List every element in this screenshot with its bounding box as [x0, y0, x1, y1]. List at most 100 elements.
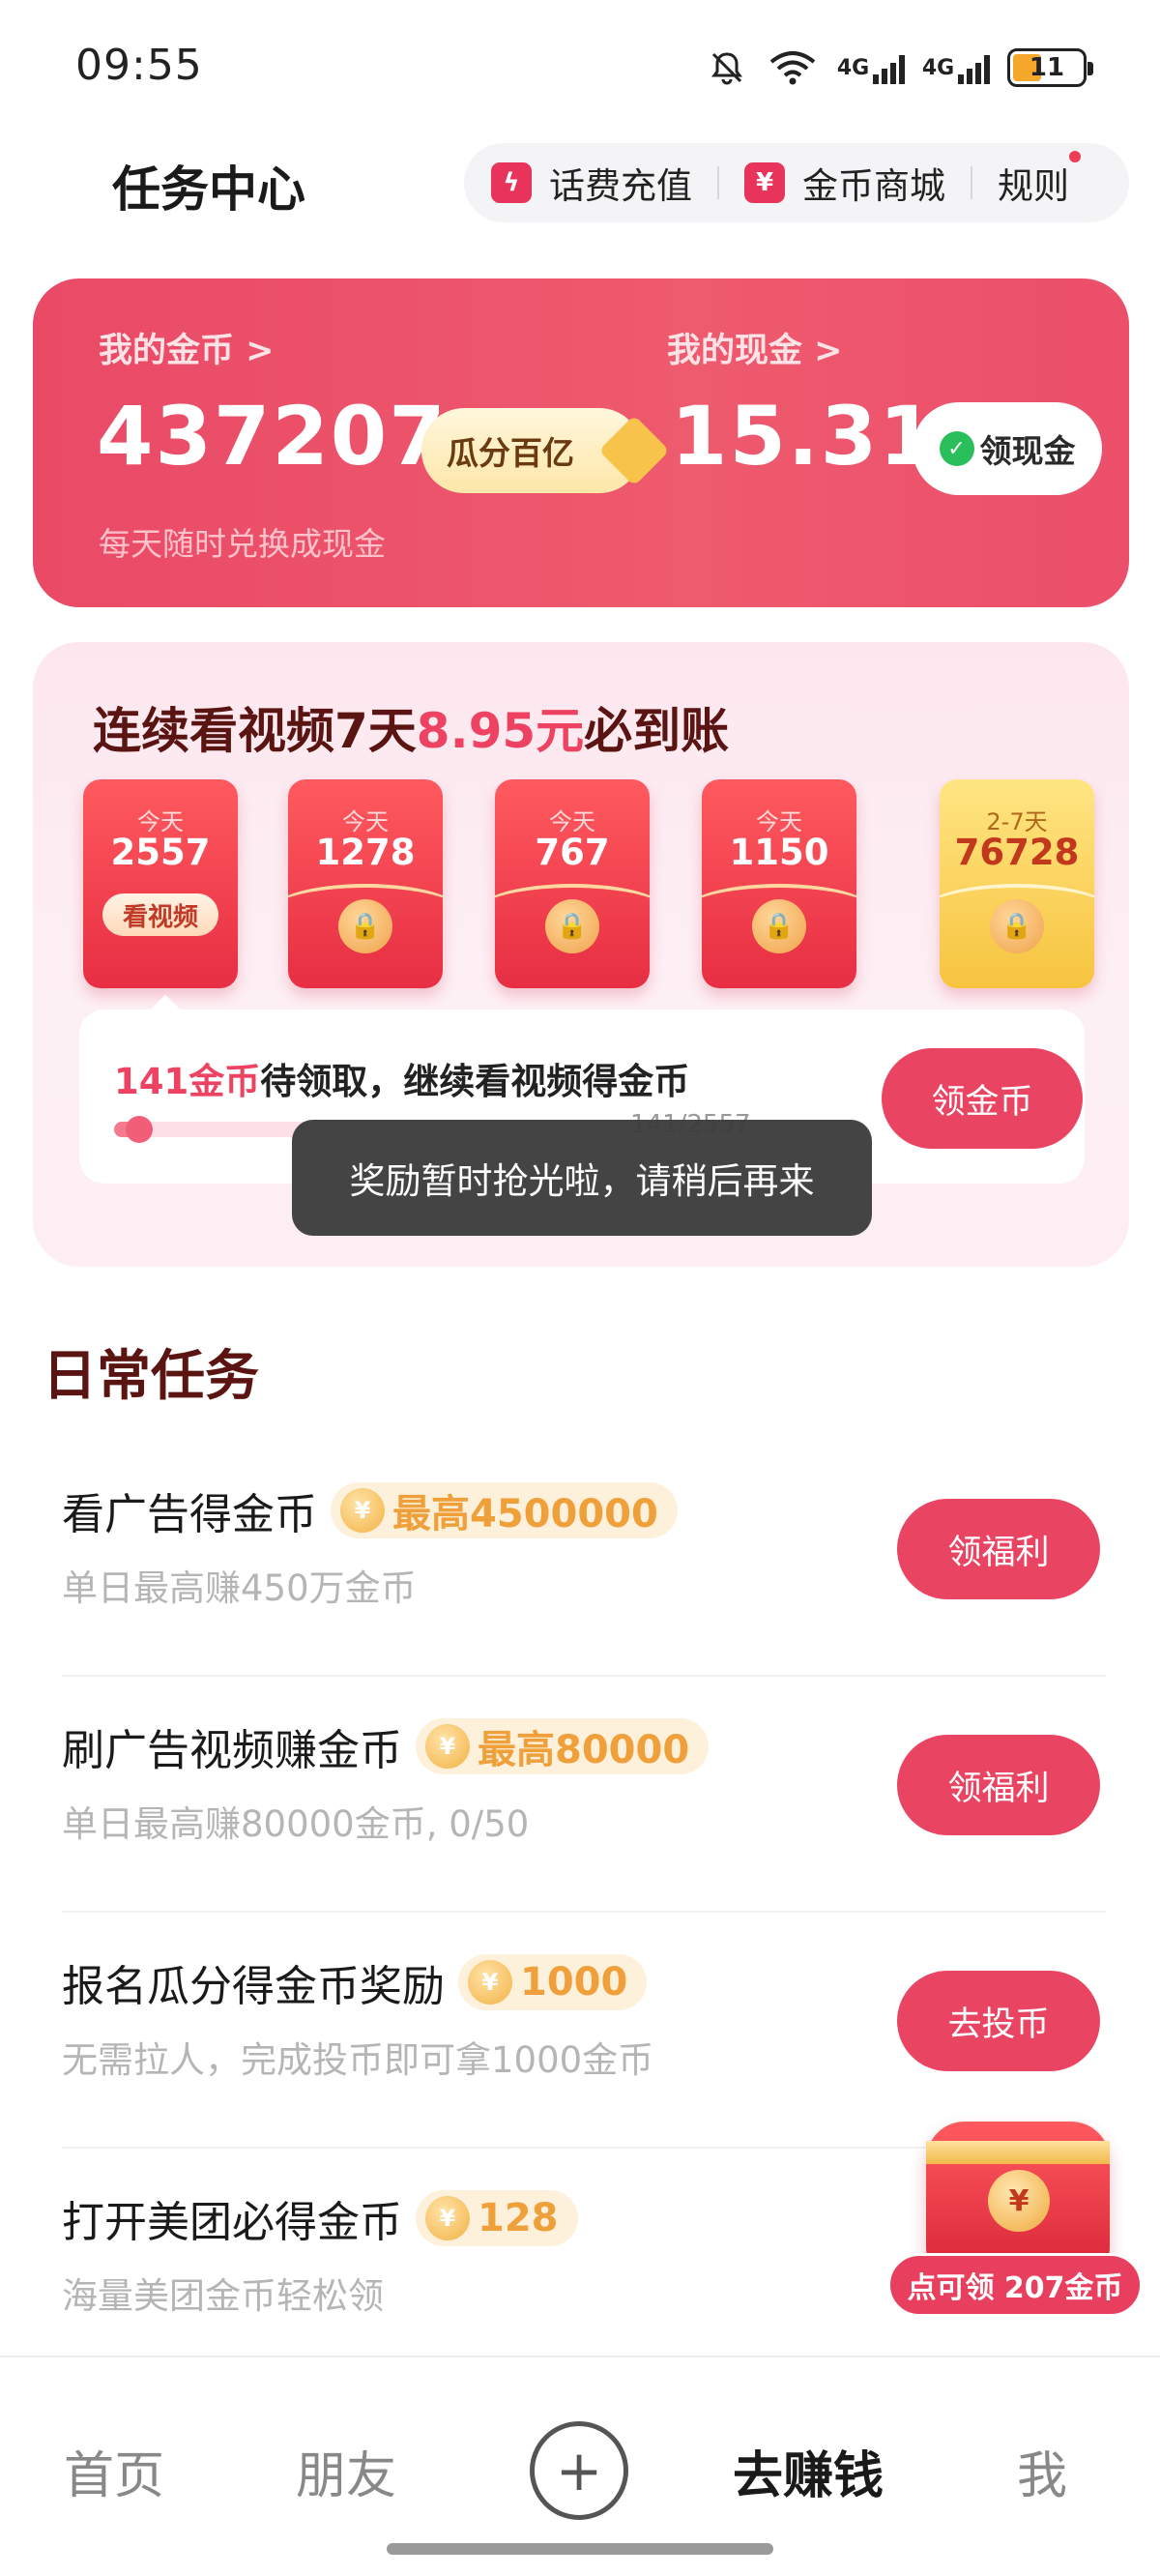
- daily-tasks-title: 日常任务: [43, 1345, 259, 1408]
- task-subtitle: 单日最高赚80000金币, 0/50: [62, 1803, 530, 1845]
- status-icons: 4G 4G 11: [706, 43, 1093, 93]
- lock-icon: 🔒: [338, 899, 392, 953]
- coin-mall-label: 金币商城: [802, 165, 945, 207]
- lightning-icon: ϟ: [491, 162, 532, 203]
- task-action-button[interactable]: 领福利: [897, 1735, 1100, 1835]
- chest-band: [926, 2141, 1110, 2164]
- coins-subtitle: 每天随时兑换成现金: [99, 525, 386, 563]
- coins-value: 437207: [97, 389, 448, 483]
- lock-icon: 🔒: [990, 899, 1044, 953]
- lock-icon: 🔒: [752, 899, 806, 953]
- task-title: 报名瓜分得金币奖励 ¥ 1000: [62, 1951, 648, 2013]
- red-envelope-day-1[interactable]: 今天 2557 看视频: [83, 779, 238, 988]
- task-subtitle: 无需拉人，完成投币即可拿1000金币: [62, 2039, 654, 2081]
- bell-muted-icon: [706, 46, 748, 89]
- reward-badge: ¥ 1000: [458, 1954, 648, 2010]
- coin-mall-button[interactable]: ¥ 金币商城: [744, 157, 945, 209]
- toast-message: 奖励暂时抢光啦，请稍后再来: [292, 1120, 872, 1236]
- task-item-watch-ads: 看广告得金币 ¥ 最高4500000 单日最高赚450万金币 领福利: [62, 1441, 1106, 1677]
- my-cash-link[interactable]: 我的现金 >: [667, 323, 843, 372]
- progress-knob: [125, 1116, 153, 1143]
- nav-earn[interactable]: 去赚钱: [733, 2435, 884, 2507]
- page-title: 任务中心: [112, 161, 305, 218]
- red-envelope-day-2[interactable]: 今天 1278 🔒: [288, 779, 443, 988]
- ticket-icon: ¥: [744, 162, 785, 203]
- task-title: 打开美团必得金币 ¥ 128: [62, 2187, 578, 2249]
- reward-badge: ¥ 最高80000: [416, 1718, 710, 1774]
- divider: [717, 166, 719, 199]
- coin-icon: ¥: [340, 1488, 385, 1533]
- task-subtitle: 单日最高赚450万金币: [62, 1567, 417, 1609]
- header-actions: ϟ 话费充值 ¥ 金币商城 规则: [464, 143, 1129, 222]
- streak-title: 连续看视频7天8.95元必到账: [93, 692, 729, 762]
- signal-icon: 4G: [836, 46, 906, 89]
- reward-badge-text: 1000: [520, 1960, 628, 2005]
- envelope-amount: 1150: [729, 832, 829, 873]
- my-coins-link[interactable]: 我的金币 >: [99, 323, 275, 372]
- rules-button[interactable]: 规则: [998, 151, 1081, 209]
- envelope-amount: 76728: [954, 832, 1080, 873]
- cash-value: 15.31: [671, 389, 938, 483]
- nav-friends[interactable]: 朋友: [296, 2435, 396, 2507]
- network-type-label: 4G: [836, 55, 870, 80]
- recharge-button[interactable]: ϟ 话费充值: [491, 157, 692, 209]
- wifi-icon: [766, 46, 820, 89]
- reward-badge-text: 最高4500000: [392, 1492, 658, 1537]
- task-item-ad-videos: 刷广告视频赚金币 ¥ 最高80000 单日最高赚80000金币, 0/50 领福…: [62, 1677, 1106, 1913]
- status-time: 09:55: [75, 41, 203, 90]
- task-title-text: 报名瓜分得金币奖励: [62, 1962, 445, 2011]
- task-title-text: 打开美团必得金币: [62, 2198, 402, 2247]
- plus-icon[interactable]: +: [530, 2421, 628, 2520]
- claim-message: 待领取，继续看视频得金币: [260, 1061, 690, 1102]
- task-title-text: 刷广告视频赚金币: [62, 1726, 402, 1775]
- task-action-button[interactable]: 领福利: [897, 1499, 1100, 1599]
- nav-me[interactable]: 我: [1017, 2435, 1067, 2507]
- task-title-text: 看广告得金币: [62, 1490, 317, 1539]
- coin-icon: ¥: [468, 1960, 512, 2005]
- reward-badge-text: 128: [478, 2196, 559, 2240]
- task-title: 看广告得金币 ¥ 最高4500000: [62, 1479, 678, 1541]
- divider: [971, 166, 972, 199]
- coin-icon: ¥: [988, 2170, 1050, 2232]
- battery-icon: 11: [1007, 48, 1093, 87]
- wechat-check-icon: ✓: [939, 431, 974, 466]
- claim-coins-highlight: 141金币: [114, 1061, 261, 1102]
- battery-level: 11: [1029, 53, 1065, 82]
- task-title: 刷广告视频赚金币 ¥ 最高80000: [62, 1715, 710, 1777]
- floating-reward-chest[interactable]: ¥ 点可领 207金币: [887, 2112, 1143, 2325]
- promo-pill[interactable]: 瓜分百亿: [421, 408, 670, 493]
- nav-home[interactable]: 首页: [64, 2435, 164, 2507]
- streak-title-part2: 必到账: [584, 703, 730, 759]
- red-envelope-day-3[interactable]: 今天 767 🔒: [495, 779, 650, 988]
- watch-video-tag: 看视频: [102, 893, 218, 936]
- arrow-icon: [598, 415, 670, 486]
- envelope-amount: 1278: [315, 832, 416, 873]
- bottom-nav: 首页 朋友 + 去赚钱 我: [0, 2356, 1160, 2576]
- withdraw-cash-label: 领现金: [979, 432, 1076, 470]
- coin-icon: ¥: [425, 1724, 470, 1769]
- task-action-button[interactable]: 去投币: [897, 1971, 1100, 2071]
- rules-label: 规则: [998, 165, 1069, 207]
- recharge-label: 话费充值: [549, 165, 692, 207]
- gold-envelope-days-2-7[interactable]: 2-7天 76728 🔒: [940, 779, 1094, 988]
- red-envelope-day-4[interactable]: 今天 1150 🔒: [702, 779, 856, 988]
- wallet-card: 我的金币 > 437207 每天随时兑换成现金 瓜分百亿 我的现金 > 15.3…: [33, 278, 1129, 607]
- status-bar: 09:55 4G 4G 11: [0, 0, 1160, 135]
- claim-text: 141金币待领取，继续看视频得金币: [114, 1052, 689, 1104]
- claim-coins-button[interactable]: 领金币: [882, 1048, 1083, 1149]
- envelope-amount: 2557: [110, 832, 211, 873]
- coin-icon: ¥: [425, 2196, 470, 2240]
- notification-dot: [1069, 151, 1081, 162]
- signal-icon: 4G: [921, 46, 991, 89]
- envelope-amount: 767: [535, 832, 610, 873]
- task-subtitle: 海量美团金币轻松领: [62, 2275, 384, 2317]
- reward-badge-text: 最高80000: [478, 1728, 690, 1772]
- streak-title-part1: 连续看视频7天: [93, 703, 417, 759]
- network-type-label: 4G: [921, 55, 955, 80]
- reward-badge: ¥ 128: [416, 2190, 578, 2246]
- lock-icon: 🔒: [545, 899, 599, 953]
- withdraw-cash-button[interactable]: ✓ 领现金: [913, 402, 1102, 495]
- streak-title-amount: 8.95元: [416, 703, 585, 759]
- floating-reward-label: 点可领 207金币: [887, 2253, 1143, 2317]
- reward-badge: ¥ 最高4500000: [331, 1482, 678, 1538]
